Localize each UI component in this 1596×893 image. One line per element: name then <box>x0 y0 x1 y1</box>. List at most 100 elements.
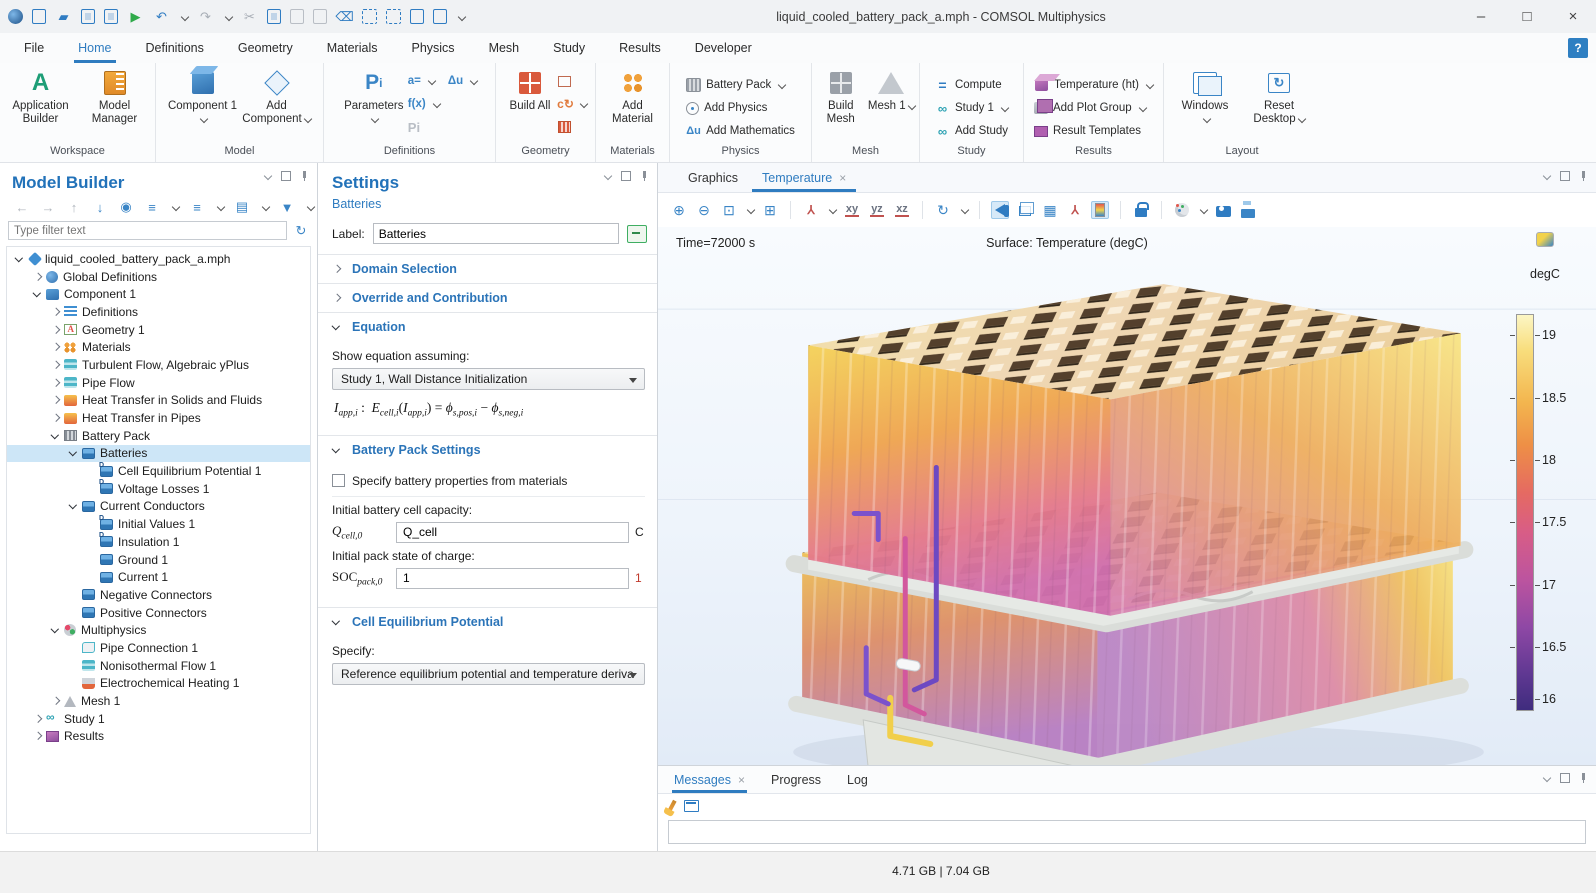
tree-item[interactable]: Mesh 1 <box>7 692 310 710</box>
menu-definitions[interactable]: Definitions <box>146 33 204 63</box>
add-study-button[interactable]: ∞Add Study <box>935 121 1008 141</box>
minimize-button[interactable]: – <box>1458 0 1504 33</box>
chevron-down-icon[interactable] <box>263 204 269 210</box>
tree-item[interactable]: Current Conductors <box>7 498 310 516</box>
tree-item[interactable]: Results <box>7 728 310 746</box>
view-yz-icon[interactable]: yz <box>870 203 884 217</box>
snapshot-icon[interactable] <box>1214 201 1232 219</box>
tree-item[interactable]: Geometry 1 <box>7 321 310 339</box>
menu-developer[interactable]: Developer <box>695 33 752 63</box>
model-manager-button[interactable]: Model Manager <box>79 67 151 126</box>
chevron-expanded-icon[interactable] <box>31 287 45 301</box>
build-all-geometry-button[interactable]: Build All <box>504 67 556 113</box>
label-input[interactable] <box>373 223 619 244</box>
model-tree-nodes-icon[interactable]: ▤ <box>234 199 250 215</box>
save-icon[interactable] <box>81 9 95 24</box>
add-plot-group-button[interactable]: Add Plot Group <box>1034 98 1153 118</box>
maximize-button[interactable]: □ <box>1504 0 1550 33</box>
forward-icon[interactable]: → <box>40 200 56 215</box>
tree-item[interactable]: Study 1 <box>7 710 310 728</box>
panel-menu-icon[interactable] <box>263 171 273 181</box>
tree-item[interactable]: Definitions <box>7 303 310 321</box>
run-icon[interactable]: ▶ <box>127 8 144 25</box>
import-geometry-icon[interactable] <box>558 76 571 87</box>
soc-input[interactable] <box>396 568 629 589</box>
panel-pin-icon[interactable] <box>1578 773 1588 783</box>
section-override-contribution[interactable]: Override and Contribution <box>318 284 657 312</box>
open-file-icon[interactable]: ▰ <box>55 8 72 25</box>
tree-item[interactable]: Materials <box>7 338 310 356</box>
result-templates-button[interactable]: Result Templates <box>1034 121 1153 141</box>
section-battery-pack-settings[interactable]: Battery Pack Settings <box>318 436 657 464</box>
go-to-view-icon[interactable]: ⅄ <box>802 201 820 219</box>
zoom-extents-icon[interactable]: ⊞ <box>761 201 779 219</box>
mesh1-button[interactable]: Mesh 1 <box>867 67 915 113</box>
view-xz-icon[interactable]: xz <box>895 203 909 217</box>
nonlocal-couplings-button[interactable]: Δu <box>448 75 463 87</box>
specify-dropdown[interactable]: Reference equilibrium potential and temp… <box>332 663 645 685</box>
color-theme-icon[interactable] <box>1173 201 1191 219</box>
menu-mesh[interactable]: Mesh <box>489 33 520 63</box>
tree-item[interactable]: Pipe Flow <box>7 374 310 392</box>
capacity-input[interactable] <box>396 522 629 543</box>
chevron-collapsed-icon[interactable] <box>49 411 63 425</box>
tree-item[interactable]: Voltage Losses 1 <box>7 480 310 498</box>
temperature-plot-button[interactable]: Temperature (ht) <box>1034 75 1153 95</box>
battery-pack-interface-button[interactable]: Battery Pack <box>686 75 795 95</box>
functions-button[interactable]: f(x) <box>408 98 426 110</box>
menu-physics[interactable]: Physics <box>411 33 454 63</box>
chevron-collapsed-icon[interactable] <box>49 358 63 372</box>
menu-home[interactable]: Home <box>78 33 111 63</box>
add-physics-button[interactable]: Add Physics <box>686 98 795 118</box>
chevron-collapsed-icon[interactable] <box>31 729 45 743</box>
application-builder-button[interactable]: A Application Builder <box>5 67 77 126</box>
chevron-collapsed-icon[interactable] <box>31 270 45 284</box>
compute-button[interactable]: =Compute <box>935 75 1008 95</box>
tree-item[interactable]: Multiphysics <box>7 621 310 639</box>
chevron-collapsed-icon[interactable] <box>49 323 63 337</box>
rebuild-icon[interactable]: c↻ <box>558 97 573 111</box>
chevron-down-icon[interactable] <box>748 207 754 213</box>
rotate-icon[interactable]: ↻ <box>934 201 952 219</box>
panel-pin-icon[interactable] <box>1578 171 1588 181</box>
tree-item[interactable]: Electrochemical Heating 1 <box>7 675 310 693</box>
tree-item[interactable]: Insulation 1 <box>7 533 310 551</box>
chevron-expanded-icon[interactable] <box>49 429 63 443</box>
help-button[interactable]: ? <box>1568 38 1588 58</box>
panel-menu-icon[interactable] <box>1542 171 1552 181</box>
menu-materials[interactable]: Materials <box>327 33 378 63</box>
section-domain-selection[interactable]: Domain Selection <box>318 255 657 283</box>
clear-messages-icon[interactable] <box>667 800 676 812</box>
tree-item[interactable]: Global Definitions <box>7 268 310 286</box>
chevron-collapsed-icon[interactable] <box>49 305 63 319</box>
add-component-button[interactable]: Add Component <box>241 67 313 126</box>
reset-desktop-button[interactable]: ↻ Reset Desktop <box>1243 67 1315 126</box>
tree-item[interactable]: Heat Transfer in Solids and Fluids <box>7 392 310 410</box>
copy-icon[interactable] <box>267 9 281 24</box>
zoom-box-icon[interactable]: ⊡ <box>720 201 738 219</box>
chevron-expanded-icon[interactable] <box>67 446 81 460</box>
panel-float-icon[interactable] <box>1560 773 1570 783</box>
section-cell-equilibrium[interactable]: Cell Equilibrium Potential <box>318 608 657 636</box>
menu-study[interactable]: Study <box>553 33 585 63</box>
tab-graphics[interactable]: Graphics <box>678 163 748 192</box>
find-replace-icon[interactable] <box>433 9 447 24</box>
add-material-button[interactable]: Add Material <box>601 67 665 126</box>
variables-button[interactable]: a= <box>408 75 421 87</box>
tree-item-root[interactable]: liquid_cooled_battery_pack_a.mph <box>7 250 310 268</box>
deselect-box-icon[interactable] <box>386 9 401 24</box>
filter-funnel-icon[interactable]: ▼ <box>279 200 295 215</box>
tree-item[interactable]: Battery Pack <box>7 427 310 445</box>
panel-menu-icon[interactable] <box>1542 773 1552 783</box>
tree-item[interactable]: Positive Connectors <box>7 604 310 622</box>
axes-icon[interactable]: ⅄ <box>1066 201 1084 219</box>
chevron-collapsed-icon[interactable] <box>49 694 63 708</box>
chevron-collapsed-icon[interactable] <box>49 393 63 407</box>
tree-item[interactable]: Component 1 <box>7 285 310 303</box>
print-icon[interactable] <box>1239 201 1257 219</box>
tree-item[interactable]: Negative Connectors <box>7 586 310 604</box>
chevron-collapsed-icon[interactable] <box>49 340 63 354</box>
materials-checkbox[interactable] <box>332 474 345 487</box>
toolbar-overflow-icon[interactable] <box>459 14 465 20</box>
component1-button[interactable]: Component 1 <box>167 67 239 126</box>
